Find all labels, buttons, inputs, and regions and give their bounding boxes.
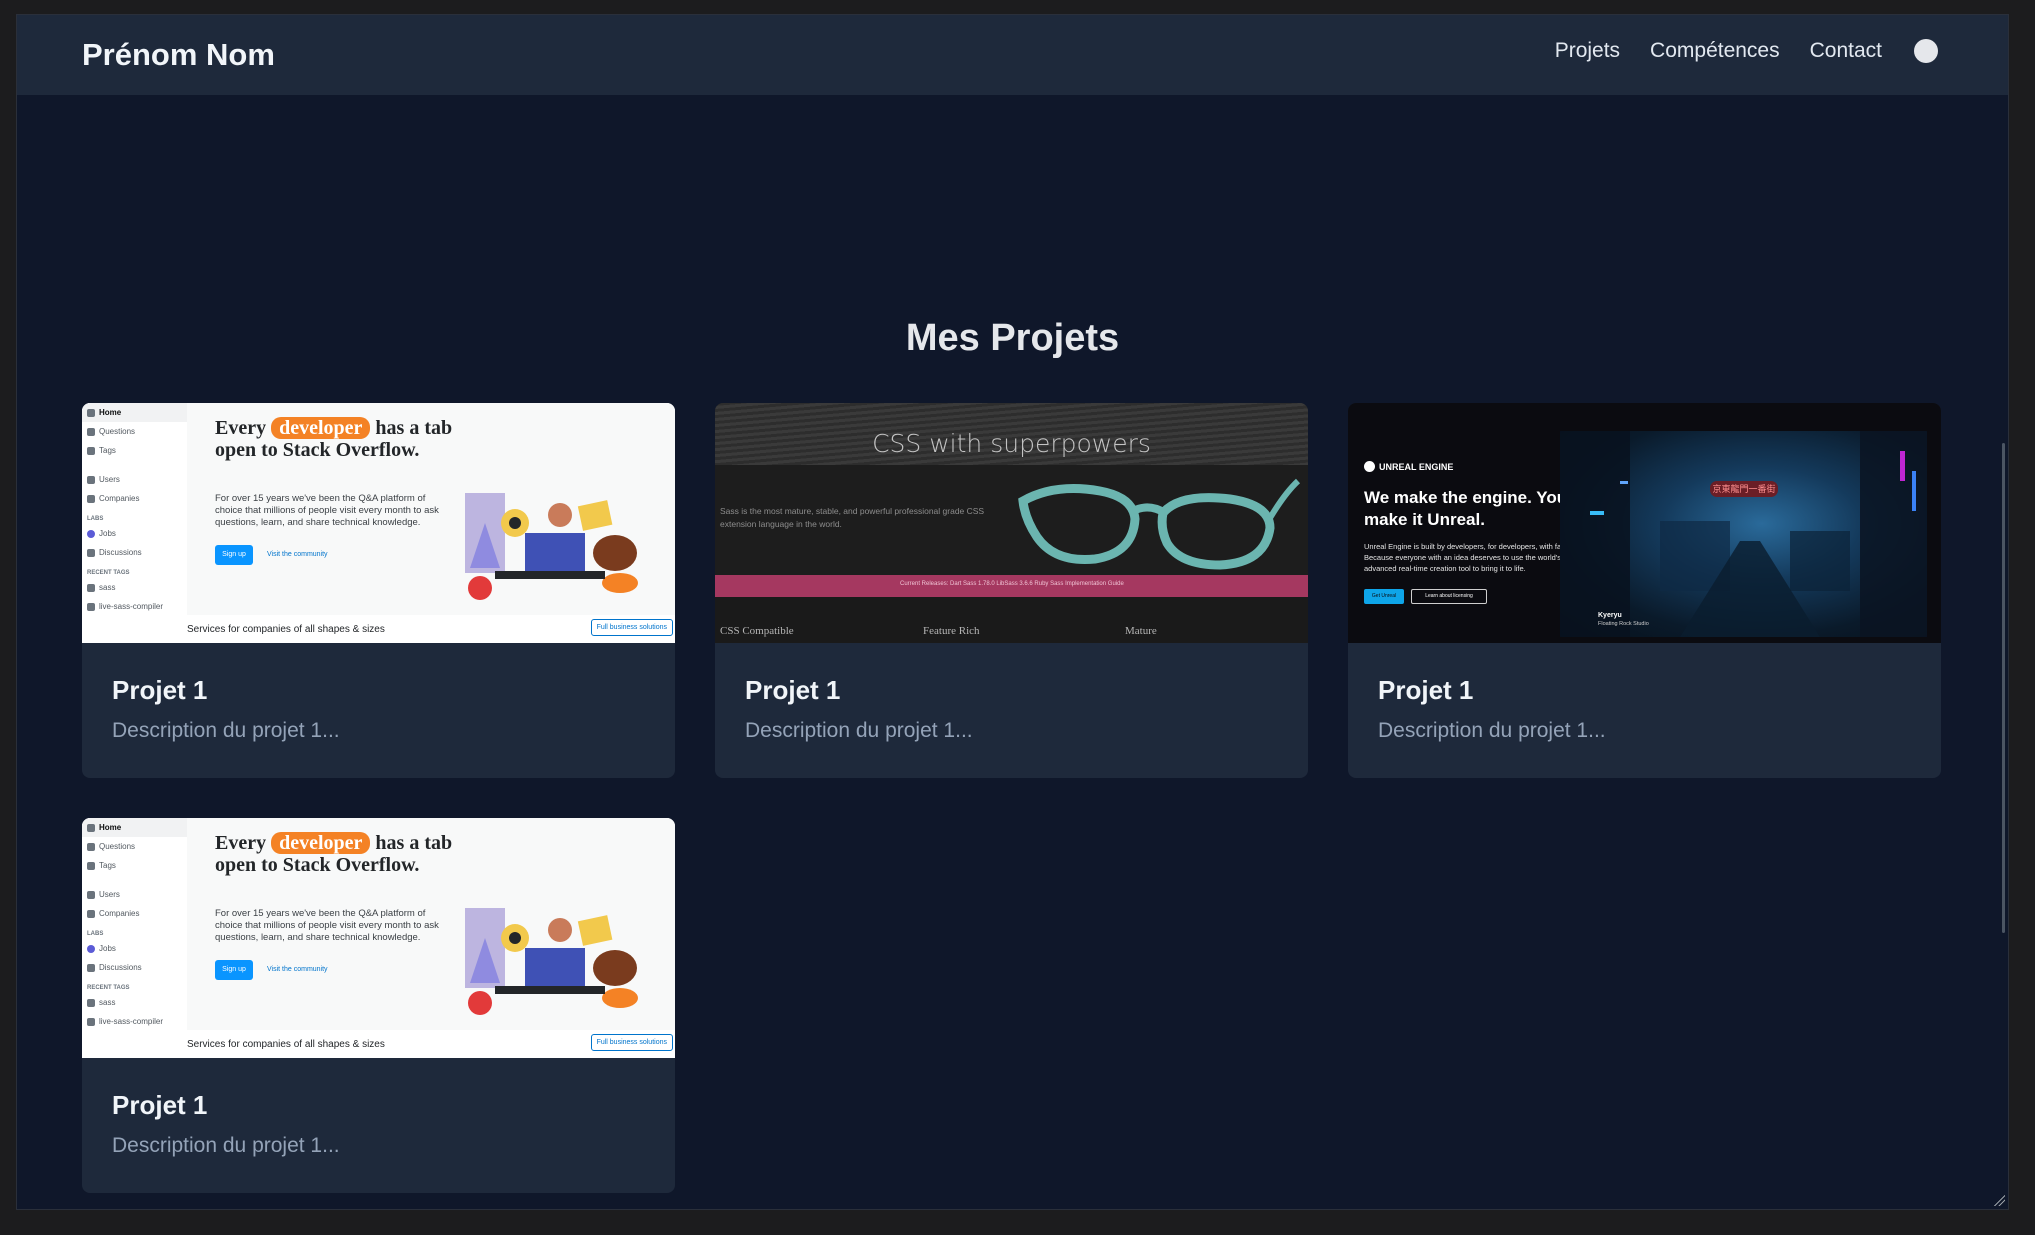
project-description: Description du projet 1... [112,719,340,742]
city-street-icon [1560,431,1927,637]
ue-licensing-button: Learn about licensing [1411,589,1487,604]
so-footer: Services for companies of all shapes & s… [187,615,675,643]
so-sidebar-item: Home [82,818,187,837]
project-thumbnail: Home Questions Tags Users Companies LABS… [82,403,675,643]
project-thumbnail: UNREAL ENGINE We make the engine. You ma… [1348,403,1941,643]
so-hero: Every developer has a tab open to Stack … [187,403,675,615]
so-sidebar-item: Discussions [82,958,187,977]
sass-features: CSS Compatible Feature Rich Mature [715,597,1308,643]
so-footer-button: Full business solutions [590,1034,673,1051]
section-title: Mes Projets [905,317,1120,359]
ue-scene-image: 京東龍門一番街 Kyeryu Floating Rock Studio [1560,431,1927,637]
project-description: Description du projet 1... [745,719,973,742]
nav-links: Projets Compétences Contact [1555,39,1938,63]
so-sidebar-item: Tags [82,441,187,460]
sass-body: Sass is the most mature, stable, and pow… [720,506,985,529]
so-headline: Every developer has a tab open to Stack … [215,832,453,876]
so-sidebar-item: Tags [82,856,187,875]
so-visit-link: Visit the community [267,551,328,558]
sass-title: CSS with superpowers [872,429,1151,458]
project-card[interactable]: Home Questions Tags Users Companies LABS… [82,818,675,1193]
ue-headline: We make the engine. You make it Unreal. [1364,488,1568,529]
so-sidebar-item: Companies [82,489,187,508]
project-title: Projet 1 [112,1090,208,1120]
project-card[interactable]: CSS with superpowers Sass is the most ma… [715,403,1308,778]
project-card[interactable]: Home Questions Tags Users Companies LABS… [82,403,675,778]
nav-link-competences[interactable]: Compétences [1650,39,1780,63]
so-sidebar-item: live-sass-compiler [82,597,187,616]
so-headline: Every developer has a tab open to Stack … [215,417,453,461]
browser-viewport: Prénom Nom Projets Compétences Contact M… [16,14,2009,1210]
so-visit-link: Visit the community [267,966,328,973]
so-body: For over 15 years we've been the Q&A pla… [215,493,439,528]
so-sidebar: Home Questions Tags Users Companies LABS… [82,403,187,643]
so-sidebar-header: RECENT TAGS [87,570,130,576]
project-title: Projet 1 [745,675,841,705]
nav-link-projets[interactable]: Projets [1555,39,1620,63]
ue-get-button: Get Unreal [1364,589,1404,604]
so-sidebar-item: Jobs [82,939,187,958]
so-sidebar-item: Companies [82,904,187,923]
brand-name[interactable]: Prénom Nom [82,37,275,73]
so-sidebar-header: RECENT TAGS [87,985,130,991]
so-sidebar-item: sass [82,993,187,1012]
so-signup-button: Sign up [215,545,253,565]
so-sidebar-item: live-sass-compiler [82,1012,187,1031]
sass-feature-label: CSS Compatible [720,625,794,637]
unreal-logo-icon [1364,461,1375,472]
so-hero: Every developer has a tab open to Stack … [187,818,675,1030]
so-sidebar-item: Home [82,403,187,422]
so-sidebar-item: Users [82,470,187,489]
so-sidebar: Home Questions Tags Users Companies LABS… [82,818,187,1058]
project-description: Description du projet 1... [112,1134,340,1157]
sass-release-band: Current Releases: Dart Sass 1.78.0 LibSa… [715,575,1308,597]
so-illustration-icon [465,908,638,1015]
ue-neon-sign: 京東龍門一番街 [1710,481,1778,497]
project-description: Description du projet 1... [1378,719,1606,742]
so-sidebar-header: LABS [87,931,104,937]
so-illustration-icon [465,493,638,600]
project-title: Projet 1 [1378,675,1474,705]
glasses-icon [1018,478,1301,570]
resize-handle-icon[interactable] [1991,1192,2005,1206]
so-sidebar-header: LABS [87,516,104,522]
ue-logo: UNREAL ENGINE [1364,461,1453,472]
so-sidebar-item: sass [82,578,187,597]
so-footer: Services for companies of all shapes & s… [187,1030,675,1058]
so-sidebar-item: Jobs [82,524,187,543]
so-footer-button: Full business solutions [590,619,673,636]
project-card[interactable]: UNREAL ENGINE We make the engine. You ma… [1348,403,1941,778]
ue-credit-studio: Floating Rock Studio [1598,621,1649,627]
so-sidebar-item: Questions [82,837,187,856]
ue-credit: Kyeryu [1598,612,1622,619]
project-title: Projet 1 [112,675,208,705]
sass-feature-label: Mature [1125,625,1157,637]
so-body: For over 15 years we've been the Q&A pla… [215,908,439,943]
so-sidebar-item: Questions [82,422,187,441]
navbar: Prénom Nom Projets Compétences Contact [17,15,2008,95]
scrollbar[interactable] [2002,443,2005,933]
nav-link-contact[interactable]: Contact [1810,39,1882,63]
so-sidebar-item: Discussions [82,543,187,562]
sass-feature-label: Feature Rich [923,625,980,637]
project-thumbnail: CSS with superpowers Sass is the most ma… [715,403,1308,643]
so-sidebar-item: Users [82,885,187,904]
theme-toggle-button[interactable] [1914,39,1938,63]
so-signup-button: Sign up [215,960,253,980]
project-thumbnail: Home Questions Tags Users Companies LABS… [82,818,675,1058]
